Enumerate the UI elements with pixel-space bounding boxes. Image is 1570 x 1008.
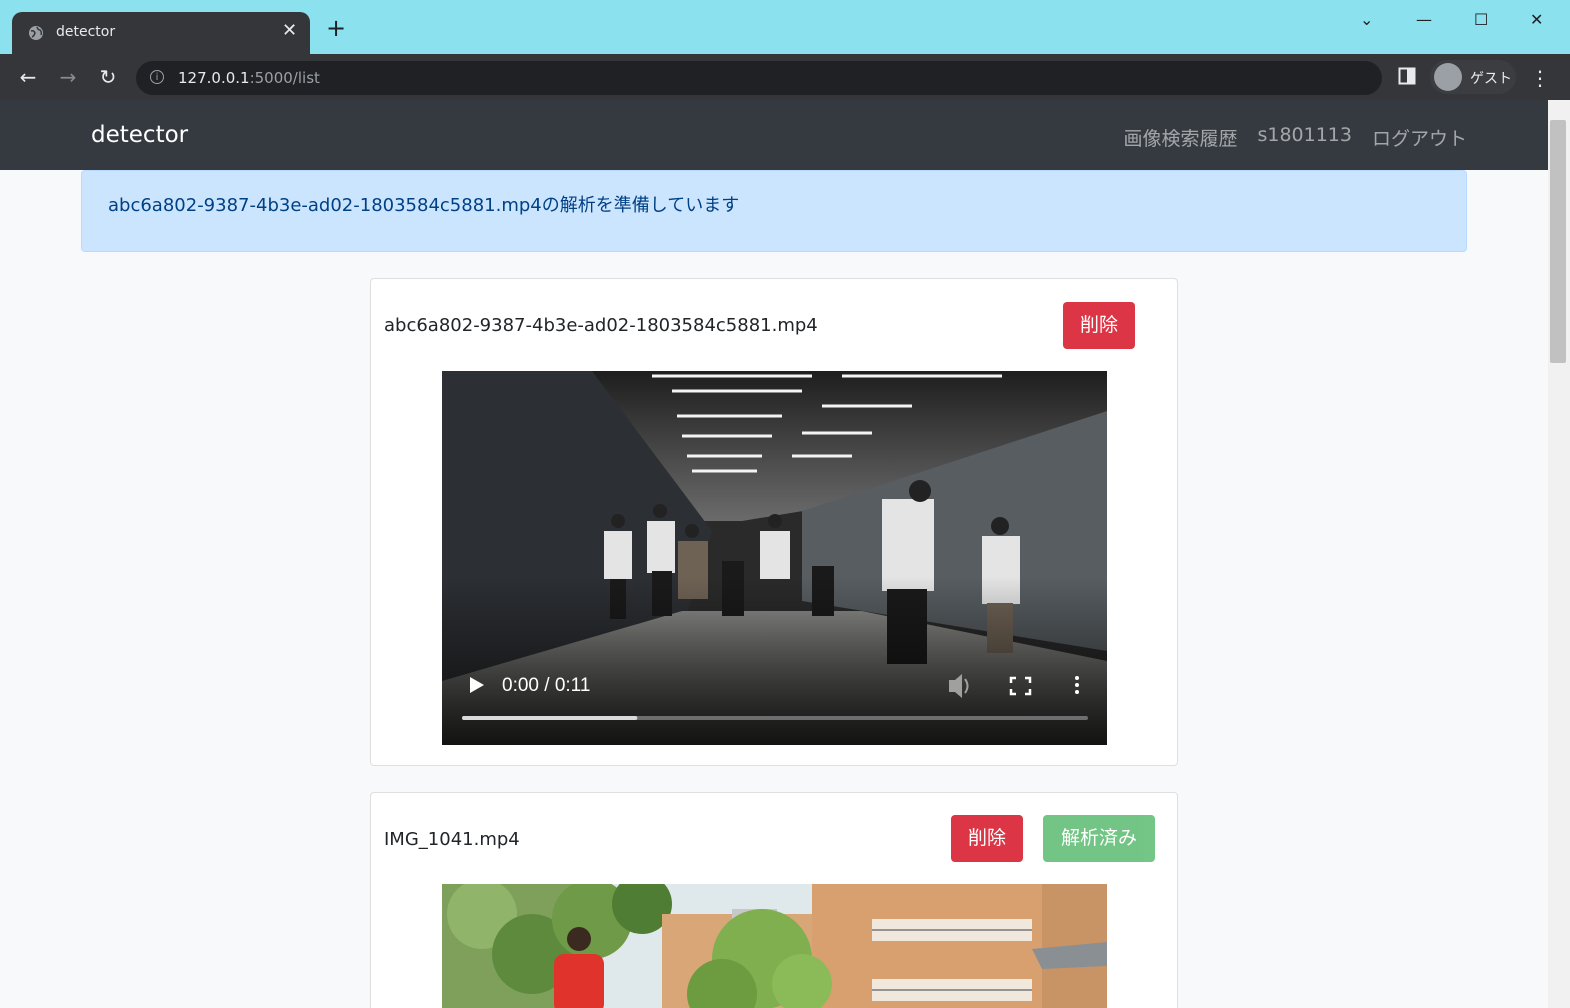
nav-history-link[interactable]: 画像検索履歴 <box>1123 124 1237 151</box>
delete-button[interactable]: 削除 <box>951 815 1023 862</box>
close-tab-icon[interactable]: ✕ <box>282 20 297 41</box>
delete-button[interactable]: 削除 <box>1063 302 1135 349</box>
browser-titlebar: detector ✕ + ⌄ — ☐ ✕ <box>0 0 1570 54</box>
brand-link[interactable]: detector <box>91 122 188 148</box>
forward-icon[interactable]: → <box>56 65 80 89</box>
nav-user-link[interactable]: s1801113 <box>1257 124 1352 151</box>
browser-toolbar: ← → ↻ i 127.0.0.1:5000/list ゲスト ⋮ <box>0 54 1570 100</box>
nav-logout-link[interactable]: ログアウト <box>1372 124 1467 151</box>
more-options-icon[interactable] <box>1075 676 1079 694</box>
video-filename: abc6a802-9387-4b3e-ad02-1803584c5881.mp4 <box>384 315 818 336</box>
new-tab-button[interactable]: + <box>326 16 346 40</box>
maximize-button[interactable]: ☐ <box>1474 10 1488 29</box>
nav-links: 画像検索履歴 s1801113 ログアウト <box>1123 124 1467 151</box>
globe-icon <box>29 26 43 40</box>
back-icon[interactable]: ← <box>16 65 40 89</box>
tab-title: detector <box>56 24 116 40</box>
tab-search-icon[interactable]: ⌄ <box>1360 10 1373 29</box>
info-alert: abc6a802-9387-4b3e-ad02-1803584c5881.mp4… <box>81 170 1467 252</box>
analyzed-button[interactable]: 解析済み <box>1043 815 1155 862</box>
vertical-scrollbar[interactable] <box>1548 100 1570 1008</box>
browser-menu-icon[interactable]: ⋮ <box>1530 66 1550 90</box>
profile-button[interactable]: ゲスト <box>1430 60 1516 94</box>
minimize-button[interactable]: — <box>1416 10 1432 29</box>
url-text: 127.0.0.1:5000/list <box>178 69 320 87</box>
address-bar[interactable]: i 127.0.0.1:5000/list <box>136 61 1382 95</box>
reload-icon[interactable]: ↻ <box>96 65 120 89</box>
avatar-icon <box>1434 63 1462 91</box>
close-window-button[interactable]: ✕ <box>1530 10 1543 29</box>
progress-buffered <box>462 716 638 720</box>
video-filename: IMG_1041.mp4 <box>384 829 520 850</box>
alert-message: abc6a802-9387-4b3e-ad02-1803584c5881.mp4… <box>108 195 740 216</box>
browser-tab[interactable]: detector ✕ <box>12 12 310 54</box>
video-player[interactable] <box>442 884 1107 1008</box>
video-player[interactable]: 0:00 / 0:11 <box>442 371 1107 745</box>
video-card: IMG_1041.mp4 削除 解析済み <box>370 792 1178 1008</box>
video-time: 0:00 / 0:11 <box>502 675 590 696</box>
app-navbar: detector 画像検索履歴 s1801113 ログアウト <box>0 100 1548 170</box>
scrollbar-thumb[interactable] <box>1550 120 1566 363</box>
page-viewport: detector 画像検索履歴 s1801113 ログアウト abc6a802-… <box>0 100 1548 1008</box>
site-info-icon[interactable]: i <box>150 70 164 84</box>
side-panel-icon[interactable] <box>1398 67 1416 85</box>
profile-label: ゲスト <box>1470 71 1512 87</box>
video-card: abc6a802-9387-4b3e-ad02-1803584c5881.mp4… <box>370 278 1178 766</box>
